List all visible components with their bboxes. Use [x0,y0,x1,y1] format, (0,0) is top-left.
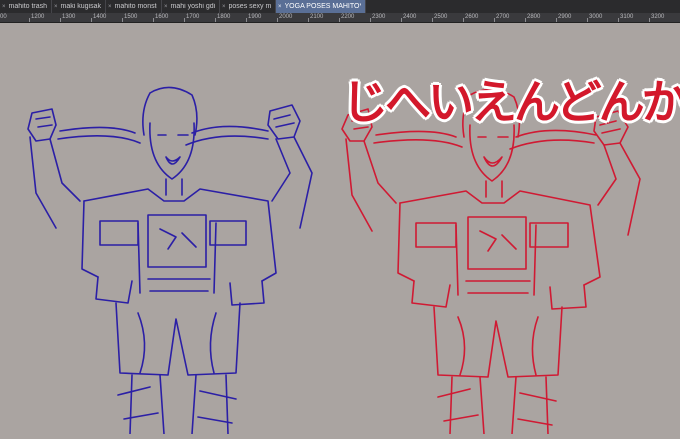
tab-label: poses sexy ma [228,3,271,10]
ruler-label: 2300 [372,14,386,20]
document-tab-bar: ×mahito trash sk×maki kugisaki*×mahito m… [0,0,680,13]
ruler-label: 3200 [651,14,665,20]
ruler-label: 2600 [465,14,479,20]
document-tab[interactable]: ×mahito trash sk [0,0,52,13]
ruler-label: 1800 [217,14,231,20]
ruler-label: 00 [0,14,7,20]
ruler-tick [494,18,495,22]
tab-close-icon[interactable]: × [54,4,58,10]
tab-close-icon[interactable]: × [278,4,282,10]
tab-close-icon[interactable]: × [2,4,6,10]
ruler-tick [587,18,588,22]
ruler-tick [339,18,340,22]
ruler-label: 2800 [527,14,541,20]
ruler-tick [618,18,619,22]
ruler-tick [184,18,185,22]
document-tab[interactable]: × YOGA POSES MAHITO* [276,0,366,13]
ruler-label: 2500 [434,14,448,20]
tab-close-icon[interactable]: × [222,4,226,10]
ruler-tick [649,18,650,22]
ruler-tick [525,18,526,22]
tab-label: mahito trash sk [8,3,47,10]
ruler-tick [556,18,557,22]
ruler-tick [277,18,278,22]
ruler-tick [463,18,464,22]
document-tab[interactable]: × poses sexy ma [220,0,276,13]
drawing-canvas[interactable]: じへいえんどんか! [0,23,680,435]
ruler-label: 1400 [93,14,107,20]
document-tab[interactable]: × mahito monste [106,0,162,13]
canvas-caption: じへいえんどんか! [342,76,680,128]
ruler-label: 3000 [589,14,603,20]
tab-label: YOGA POSES MAHITO* [284,3,361,10]
sketch-red [341,88,641,435]
ruler-label: 2100 [310,14,324,20]
ruler-label: 2700 [496,14,510,20]
tab-label: maki kugisaki* [60,3,101,10]
ruler-label: 2400 [403,14,417,20]
ruler-tick [60,18,61,22]
horizontal-ruler: 00 1200 1300 1400 1500 1600 1700 1800 1900 2000 21… [0,13,680,23]
ruler-label: 3100 [620,14,634,20]
ruler-label: 1600 [155,14,169,20]
ruler-tick [432,18,433,22]
ruler-tick [246,18,247,22]
document-tab[interactable]: × mahi yoshi gdi [162,0,220,13]
tab-close-icon[interactable]: × [164,4,168,10]
sketch-blue [27,86,313,435]
tab-label: mahi yoshi gdi [170,3,215,10]
ruler-label: 2000 [279,14,293,20]
ruler-tick [401,18,402,22]
ruler-tick [91,18,92,22]
ruler-label: 1500 [124,14,138,20]
ruler-label: 1700 [186,14,200,20]
tab-close-icon[interactable]: × [108,4,112,10]
ruler-label: 1200 [31,14,45,20]
ruler-tick [153,18,154,22]
ruler-tick [370,18,371,22]
tab-label: mahito monste [114,3,157,10]
ruler-tick [308,18,309,22]
ruler-label: 2200 [341,14,355,20]
ruler-label: 1900 [248,14,262,20]
ruler-label: 1300 [62,14,76,20]
ruler-tick [29,18,30,22]
document-tab[interactable]: × maki kugisaki* [52,0,106,13]
ruler-tick [122,18,123,22]
ruler-tick [215,18,216,22]
ruler-label: 2900 [558,14,572,20]
